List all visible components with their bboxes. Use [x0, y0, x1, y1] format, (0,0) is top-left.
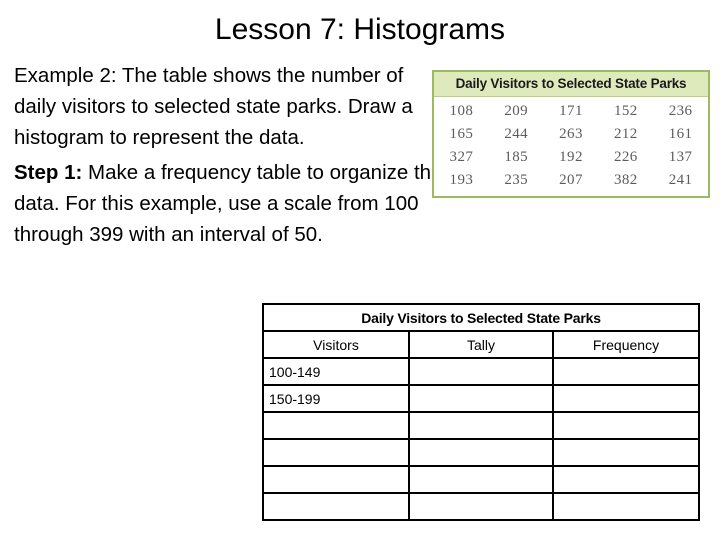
tally-cell[interactable]: [408, 492, 554, 521]
column-header-frequency: Frequency: [551, 330, 701, 359]
column-header-tally: Tally: [408, 330, 554, 359]
visitors-cell[interactable]: 150-199: [262, 384, 410, 413]
data-cell: 192: [559, 149, 583, 165]
step1-label: Step 1:: [14, 161, 83, 184]
data-cell: 241: [668, 172, 693, 188]
table-row: 100-149: [262, 357, 701, 386]
data-cell: 382: [613, 172, 638, 188]
visitors-cell[interactable]: [262, 438, 410, 467]
visitors-cell[interactable]: [262, 465, 410, 494]
data-cell: 108: [449, 103, 474, 119]
table-row: [262, 438, 701, 467]
column-header-visitors: Visitors: [262, 330, 410, 359]
data-cell: 226: [613, 149, 638, 165]
step1-paragraph: Step 1: Make a frequency table to organi…: [14, 157, 444, 250]
data-cell: 235: [504, 172, 529, 188]
visitors-cell[interactable]: 100-149: [262, 357, 410, 386]
frequency-table-header-row: Visitors Tally Frequency: [262, 330, 701, 359]
frequency-table-title-row: Daily Visitors to Selected State Parks: [261, 303, 701, 332]
table-row: [262, 411, 701, 440]
visitors-cell[interactable]: [262, 411, 410, 440]
data-cell: 244: [504, 126, 529, 142]
tally-cell[interactable]: [408, 384, 554, 413]
example-paragraph: Example 2: The table shows the number of…: [14, 64, 413, 149]
data-cell: 236: [668, 103, 693, 119]
data-cell: 212: [613, 126, 638, 142]
table-row: 327 185 192 226 137: [434, 146, 708, 169]
frequency-cell[interactable]: [551, 465, 701, 494]
table-row: 165 244 263 212 161: [434, 123, 708, 146]
table-row: 108 209 171 152 236: [434, 97, 708, 123]
frequency-cell[interactable]: [551, 438, 701, 467]
data-cell: 207: [559, 172, 583, 188]
source-data-grid: 108 209 171 152 236 165 244 263 212 161 …: [434, 97, 708, 196]
tally-cell[interactable]: [408, 465, 554, 494]
data-cell: 137: [668, 149, 693, 165]
data-cell: 171: [559, 103, 583, 119]
frequency-table-title: Daily Visitors to Selected State Parks: [261, 303, 701, 332]
frequency-cell[interactable]: [551, 492, 701, 521]
tally-cell[interactable]: [408, 411, 554, 440]
data-cell: 152: [613, 103, 638, 119]
source-data-table: Daily Visitors to Selected State Parks 1…: [432, 70, 710, 198]
data-cell: 263: [559, 126, 583, 142]
table-row: 150-199: [262, 384, 701, 413]
frequency-cell[interactable]: [551, 411, 701, 440]
lesson-body-text: Example 2: The table shows the number of…: [14, 60, 444, 250]
tally-cell[interactable]: [408, 438, 554, 467]
data-cell: 165: [449, 126, 474, 142]
data-cell: 327: [449, 149, 474, 165]
data-cell: 209: [504, 103, 529, 119]
table-row: [262, 465, 701, 494]
visitors-cell[interactable]: [262, 492, 410, 521]
table-row: 193 235 207 382 241: [434, 169, 708, 196]
frequency-table: Daily Visitors to Selected State Parks V…: [261, 303, 701, 521]
frequency-cell[interactable]: [551, 357, 701, 386]
table-row: [262, 492, 701, 521]
data-cell: 185: [504, 149, 529, 165]
data-cell: 193: [449, 172, 474, 188]
frequency-cell[interactable]: [551, 384, 701, 413]
data-cell: 161: [668, 126, 693, 142]
source-data-table-caption: Daily Visitors to Selected State Parks: [434, 72, 708, 97]
page-title: Lesson 7: Histograms: [214, 13, 506, 46]
tally-cell[interactable]: [408, 357, 554, 386]
